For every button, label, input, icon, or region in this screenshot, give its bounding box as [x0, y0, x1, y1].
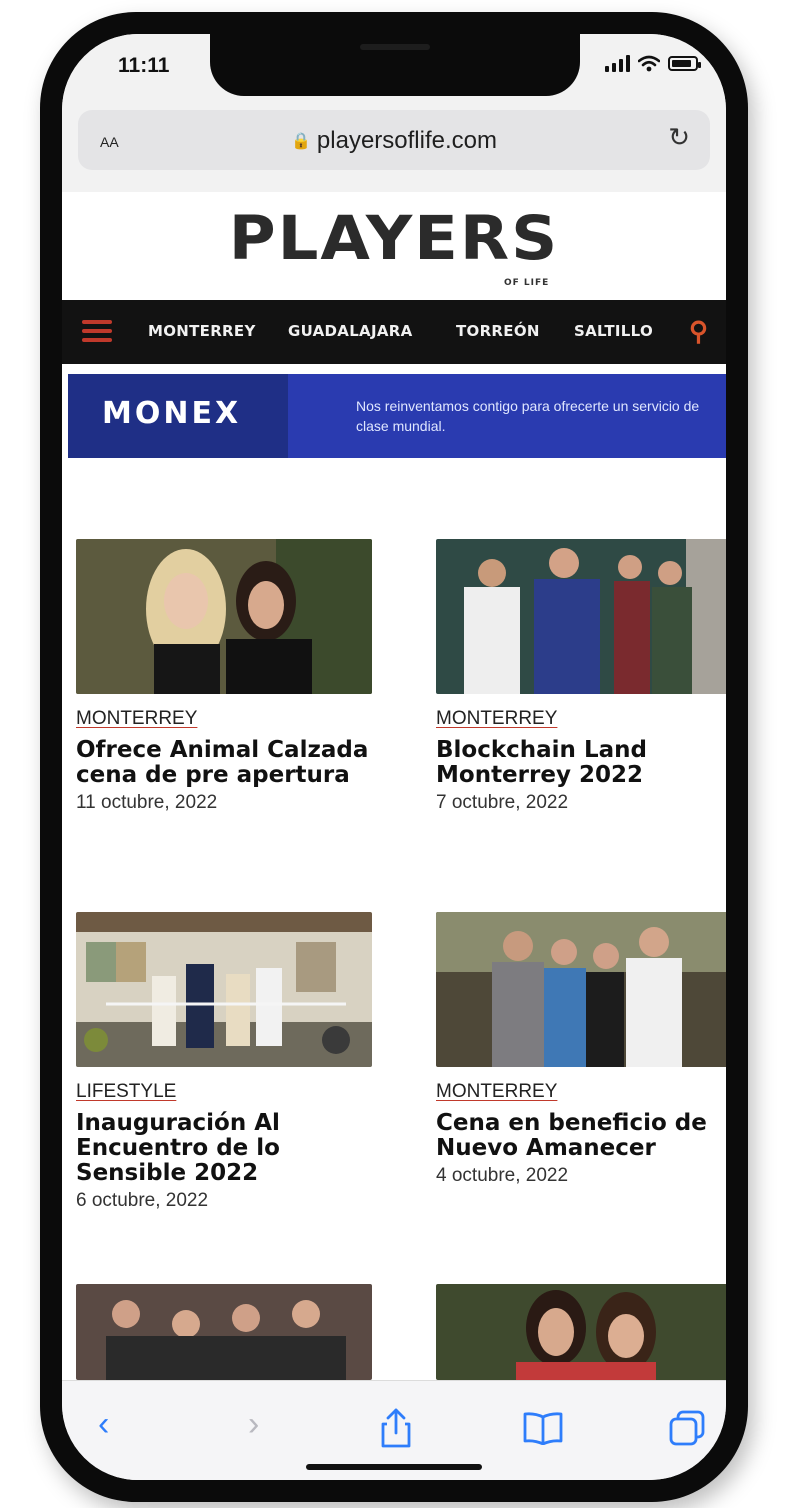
address-bar[interactable]: AA 🔒 playersoflife.com ↻ [78, 110, 710, 170]
notch [210, 34, 580, 96]
banner-text: Nos reinventamos contigo para ofrecerte … [356, 398, 700, 434]
post-title[interactable]: Inauguración Al Encuentro de lo Sensible… [76, 1111, 372, 1186]
wifi-icon [638, 55, 660, 71]
post-category[interactable]: MONTERREY [76, 708, 372, 730]
post-card[interactable] [436, 1284, 726, 1380]
post-category[interactable]: MONTERREY [436, 1081, 726, 1103]
url-display[interactable]: 🔒 playersoflife.com [78, 127, 710, 155]
speaker [360, 44, 430, 50]
post-category[interactable]: MONTERREY [436, 708, 726, 730]
back-button[interactable]: ‹ [98, 1405, 109, 1444]
nav-item-saltillo[interactable]: SALTILLO [574, 322, 653, 340]
browser-address-area: AA 🔒 playersoflife.com ↻ [62, 100, 726, 192]
post-card[interactable]: MONTERREY Cena en beneficio de Nuevo Ama… [436, 912, 726, 1187]
home-indicator [306, 1464, 482, 1470]
lock-icon: 🔒 [291, 133, 311, 150]
post-card[interactable] [76, 1284, 372, 1380]
post-image[interactable] [76, 539, 372, 694]
site-header: PLAYERS OF LIFE [62, 192, 726, 300]
nav-item-monterrey[interactable]: MONTERREY [148, 322, 256, 340]
banner-brand-panel: MONEX [68, 374, 288, 458]
post-date: 7 octubre, 2022 [436, 792, 569, 813]
battery-icon [668, 55, 701, 71]
battery-fill [672, 59, 691, 67]
post-image[interactable] [76, 912, 372, 1067]
site-logo-sub: OF LIFE [504, 278, 550, 288]
menu-icon[interactable] [82, 320, 112, 347]
post-card[interactable]: MONTERREY Blockchain Land Monterrey 2022… [436, 539, 726, 814]
site-logo[interactable]: PLAYERS [62, 204, 726, 274]
monex-ad-banner[interactable]: MONEX Nos reinventamos contigo para ofre… [68, 374, 726, 458]
share-icon[interactable] [378, 1407, 414, 1449]
bookmarks-icon[interactable] [522, 1411, 564, 1445]
tabs-icon[interactable] [668, 1409, 706, 1447]
post-image[interactable] [436, 912, 726, 1067]
post-category[interactable]: LIFESTYLE [76, 1081, 372, 1103]
post-date: 4 octubre, 2022 [436, 1165, 569, 1186]
reload-icon[interactable]: ↻ [668, 122, 690, 153]
post-title[interactable]: Cena en beneficio de Nuevo Amanecer [436, 1111, 726, 1161]
forward-button[interactable]: › [248, 1405, 259, 1444]
cellular-signal-icon [605, 54, 630, 72]
site-nav: MONTERREY GUADALAJARA TORREÓN SALTILLO ⚲ [62, 300, 726, 364]
post-date: 11 octubre, 2022 [76, 792, 218, 813]
status-time: 11:11 [118, 54, 170, 77]
post-card[interactable]: MONTERREY Ofrece Animal Calzada cena de … [76, 539, 372, 814]
post-title[interactable]: Blockchain Land Monterrey 2022 [436, 738, 726, 788]
status-icons [605, 54, 701, 72]
monex-logo: MONEX [102, 396, 242, 431]
phone-screen: 11:11 AA 🔒 playersoflife.com ↻ PLAYERS O… [62, 34, 726, 1480]
phone-frame: 11:11 AA 🔒 playersoflife.com ↻ PLAYERS O… [40, 12, 748, 1502]
post-card[interactable]: LIFESTYLE Inauguración Al Encuentro de l… [76, 912, 372, 1212]
post-image[interactable] [436, 1284, 726, 1380]
post-image[interactable] [76, 1284, 372, 1380]
search-icon[interactable]: ⚲ [689, 316, 708, 347]
post-date: 6 octubre, 2022 [76, 1190, 209, 1211]
nav-item-torreon[interactable]: TORREÓN [456, 322, 540, 340]
post-title[interactable]: Ofrece Animal Calzada cena de pre apertu… [76, 738, 372, 788]
url-text: playersoflife.com [316, 127, 497, 154]
post-image[interactable] [436, 539, 726, 694]
nav-item-guadalajara[interactable]: GUADALAJARA [288, 322, 413, 340]
